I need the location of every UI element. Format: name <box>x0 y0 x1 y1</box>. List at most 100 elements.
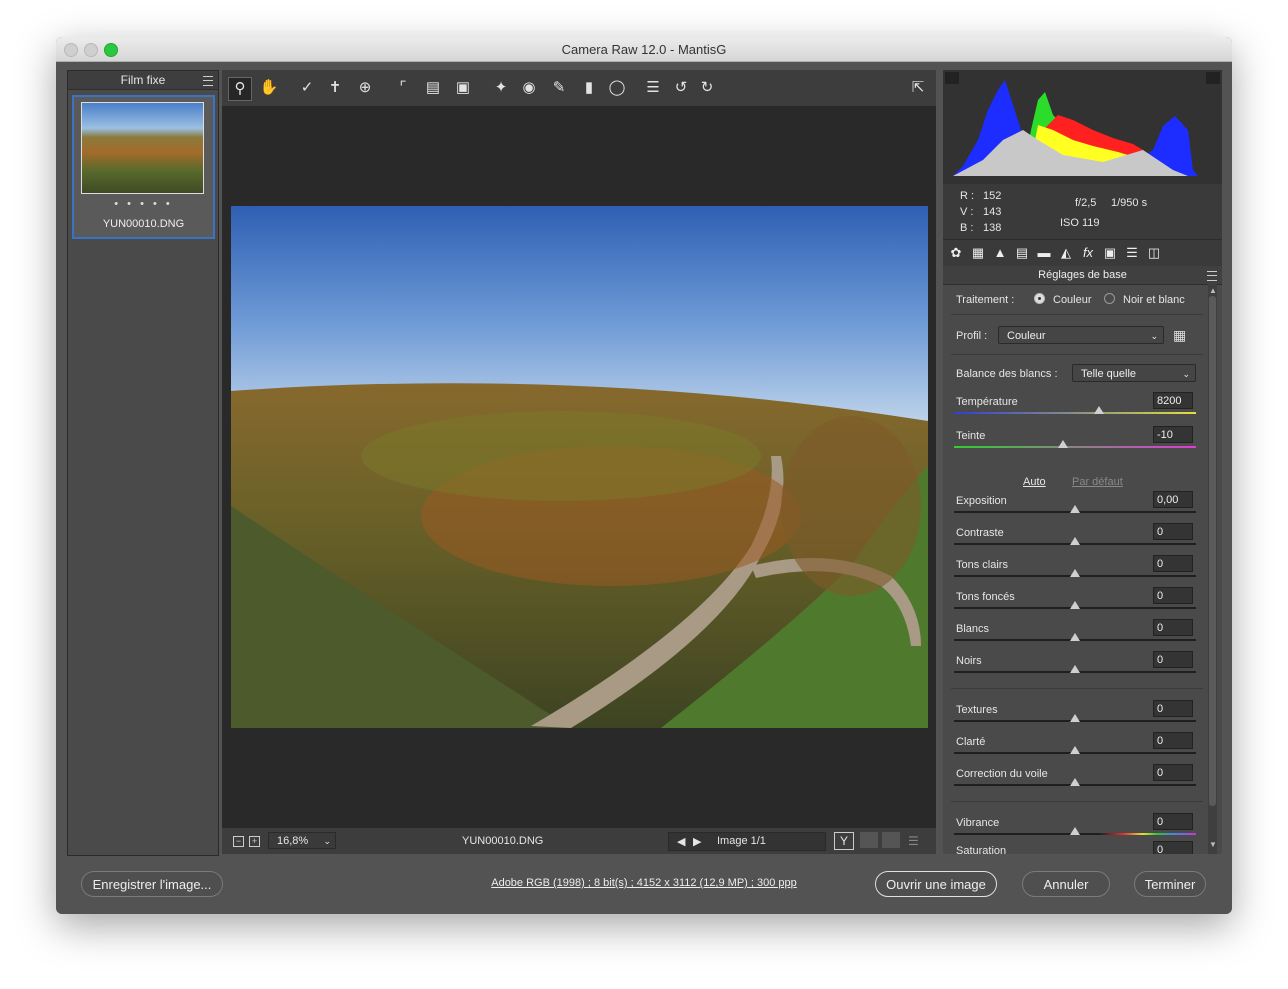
default-link[interactable]: Par défaut <box>1072 476 1123 488</box>
scroll-down-icon[interactable]: ▼ <box>1209 840 1217 849</box>
preferences-tool-icon[interactable]: ☰ <box>642 77 664 99</box>
slider-thumb[interactable] <box>1070 746 1080 754</box>
copy-settings-icon[interactable] <box>882 832 900 848</box>
rating-dots[interactable]: • • • • • <box>74 198 213 210</box>
basic-tab-icon[interactable]: ✿ <box>948 245 964 261</box>
profile-value: Couleur <box>1007 330 1046 342</box>
graduated-filter-tool-icon[interactable]: ▮ <box>578 77 600 99</box>
slider-thumb[interactable] <box>1070 569 1080 577</box>
crop-tool-icon[interactable]: ⌜ <box>392 77 414 99</box>
scroll-up-icon[interactable]: ▲ <box>1209 286 1217 295</box>
before-after-icon[interactable]: Y <box>834 832 854 850</box>
chevron-down-icon: ⌄ <box>323 836 331 846</box>
swap-settings-icon[interactable] <box>860 832 878 848</box>
image-navigator: ◀ ▶ Image 1/1 <box>668 832 826 851</box>
cancel-button[interactable]: Annuler <box>1022 871 1110 897</box>
zoom-out-icon[interactable]: − <box>233 836 244 847</box>
chevron-down-icon: ⌄ <box>1150 331 1158 341</box>
slider-value-input[interactable]: 0 <box>1153 587 1193 604</box>
red-eye-tool-icon[interactable]: ◉ <box>518 77 540 99</box>
targeted-adjustment-tool-icon[interactable]: ⊕ <box>354 77 376 99</box>
divider <box>951 801 1203 802</box>
slider-thumb[interactable] <box>1070 633 1080 641</box>
slider-thumb[interactable] <box>1070 537 1080 545</box>
slider-thumb[interactable] <box>1094 406 1105 414</box>
slider-value-input[interactable]: 0 <box>1153 841 1193 854</box>
slider-value-input[interactable]: 0 <box>1153 764 1193 781</box>
radial-filter-tool-icon[interactable]: ◯ <box>606 77 628 99</box>
camera-raw-window: Camera Raw 12.0 - MantisG Film fixe • • … <box>56 37 1232 914</box>
section-title: Réglages de base <box>1038 269 1127 281</box>
slider-thumb[interactable] <box>1070 778 1080 786</box>
tone-curve-tab-icon[interactable]: ▦ <box>970 245 986 261</box>
adjustment-brush-tool-icon[interactable]: ✎ <box>548 77 570 99</box>
white-balance-select[interactable]: Telle quelle ⌄ <box>1072 364 1196 382</box>
b-value: 138 <box>983 222 1002 234</box>
done-button[interactable]: Terminer <box>1134 871 1206 897</box>
slider-value-input[interactable]: 0,00 <box>1153 491 1193 508</box>
slider-thumb[interactable] <box>1070 665 1080 673</box>
treatment-bw-label[interactable]: Noir et blanc <box>1123 294 1185 306</box>
toolbar: ⚲ ✋ ✓ ✝ ⊕ ⌜ ▤ ▣ ✦ ◉ ✎ ▮ ◯ ☰ ↺ ↻ ⇱ <box>222 70 936 106</box>
slider-thumb[interactable] <box>1070 714 1080 722</box>
split-toning-tab-icon[interactable]: ▬ <box>1036 245 1052 261</box>
filmstrip-thumbnail[interactable]: • • • • • YUN00010.DNG <box>72 95 215 239</box>
auto-link[interactable]: Auto <box>1023 476 1046 488</box>
slider-value-input[interactable]: 0 <box>1153 555 1193 572</box>
slider-thumb[interactable] <box>1057 440 1068 448</box>
slider-thumb[interactable] <box>1070 505 1080 513</box>
slider-value-input[interactable]: 0 <box>1153 813 1193 830</box>
filmstrip-menu-icon[interactable] <box>203 76 213 86</box>
hsl-tab-icon[interactable]: ▤ <box>1014 245 1030 261</box>
highlight-clipping-warning[interactable] <box>1206 72 1220 84</box>
slider-track[interactable] <box>954 446 1196 448</box>
treatment-color-label[interactable]: Couleur <box>1053 294 1092 306</box>
scroll-thumb[interactable] <box>1209 296 1216 806</box>
slider-thumb[interactable] <box>1070 827 1080 835</box>
shadow-clipping-warning[interactable] <box>945 72 959 84</box>
section-header: Réglages de base <box>943 266 1222 285</box>
calibration-tab-icon[interactable]: ▣ <box>1102 245 1118 261</box>
white-balance-tool-icon[interactable]: ✓ <box>296 77 318 99</box>
snapshots-tab-icon[interactable]: ◫ <box>1146 245 1162 261</box>
slider-value-input[interactable]: 0 <box>1153 523 1193 540</box>
slider-value-input[interactable]: 0 <box>1153 651 1193 668</box>
transform-tool-icon[interactable]: ▣ <box>452 77 474 99</box>
filmstrip-title: Film fixe <box>120 73 166 87</box>
zoom-level-select[interactable]: 16,8% ⌄ <box>268 832 336 849</box>
slider-value-input[interactable]: 0 <box>1153 619 1193 636</box>
radio-bw[interactable] <box>1104 293 1115 304</box>
panel-scrollbar[interactable]: ▲ ▼ <box>1208 284 1217 854</box>
zoom-tool-icon[interactable]: ⚲ <box>228 77 252 101</box>
presets-tab-icon[interactable]: ☰ <box>1124 245 1140 261</box>
toggle-settings-icon[interactable]: ☰ <box>908 834 919 848</box>
radio-color[interactable] <box>1034 293 1045 304</box>
profile-select[interactable]: Couleur ⌄ <box>998 326 1164 344</box>
open-image-button[interactable]: Ouvrir une image <box>875 871 997 897</box>
zoom-in-icon[interactable]: + <box>249 836 260 847</box>
lens-tab-icon[interactable]: ◭ <box>1058 245 1074 261</box>
slider-value-input[interactable]: 0 <box>1153 732 1193 749</box>
profile-browser-icon[interactable]: ▦ <box>1173 326 1193 344</box>
slider-value-input[interactable]: 0 <box>1153 700 1193 717</box>
status-filename: YUN00010.DNG <box>462 835 544 847</box>
effects-tab-icon[interactable]: fx <box>1080 245 1096 261</box>
rotate-right-icon[interactable]: ↻ <box>696 77 718 99</box>
slider-value-input[interactable]: -10 <box>1153 426 1193 443</box>
section-menu-icon[interactable] <box>1207 271 1217 281</box>
slider-value-input[interactable]: 8200 <box>1153 392 1193 409</box>
rotate-left-icon[interactable]: ↺ <box>670 77 692 99</box>
hand-tool-icon[interactable]: ✋ <box>258 77 280 99</box>
preview-photo[interactable] <box>231 206 928 728</box>
thumbnail-image[interactable] <box>81 102 204 194</box>
slider-thumb[interactable] <box>1070 601 1080 609</box>
slider-label: Tons clairs <box>956 559 1008 571</box>
fullscreen-icon[interactable]: ⇱ <box>907 77 929 99</box>
previous-image-icon[interactable]: ◀ <box>677 835 685 848</box>
detail-tab-icon[interactable]: ▲ <box>992 245 1008 261</box>
next-image-icon[interactable]: ▶ <box>693 835 701 848</box>
color-sampler-tool-icon[interactable]: ✝ <box>324 77 346 99</box>
spot-removal-tool-icon[interactable]: ✦ <box>490 77 512 99</box>
slider-track[interactable] <box>954 412 1196 414</box>
straighten-tool-icon[interactable]: ▤ <box>422 77 444 99</box>
